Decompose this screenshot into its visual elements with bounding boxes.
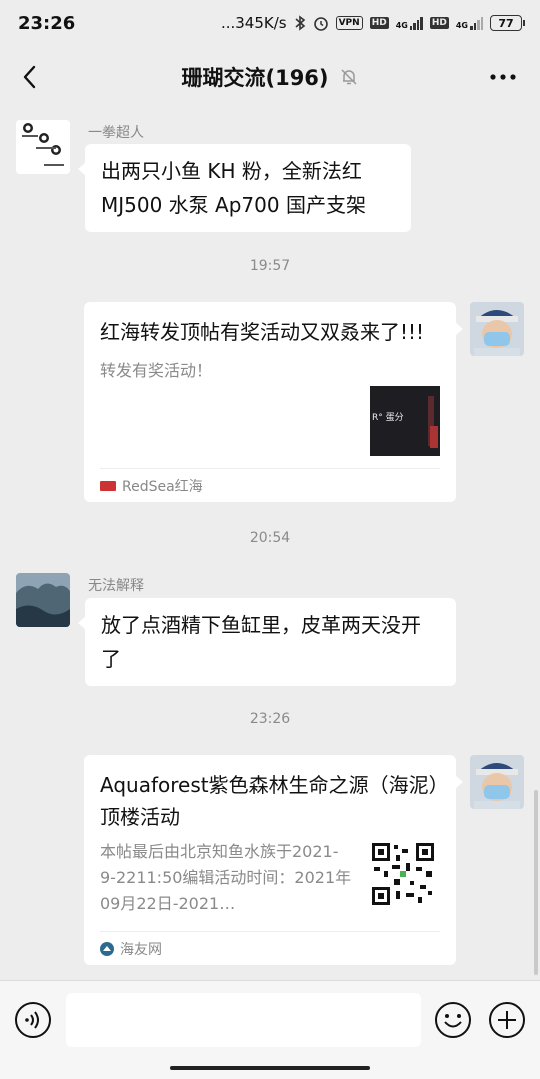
sender-name: 一拳超人 — [88, 125, 144, 141]
card-thumbnail: R° 蛋分 — [370, 386, 440, 456]
hd-badge-2: HD — [429, 17, 449, 29]
input-bar — [0, 980, 540, 1079]
network-speed: ...345K/s — [220, 14, 287, 32]
avatar-wufajieshi[interactable] — [16, 573, 70, 627]
emoji-icon[interactable] — [434, 1001, 472, 1039]
vpn-badge: VPN — [335, 16, 363, 30]
signal-2: 4G — [456, 16, 483, 30]
status-bar: 23:26 ...345K/s VPN HD 4G HD 4G 77 — [0, 0, 540, 46]
network-type-1: 4G — [395, 21, 408, 30]
card-source: RedSea红海 — [100, 468, 440, 502]
message-list[interactable]: 一拳超人 出两只小鱼 KH 粉，全新法红 MJ500 水泵 Ap700 国产支架… — [0, 108, 540, 980]
avatar-self[interactable] — [470, 302, 524, 356]
thumbnail-caption: R° 蛋分 — [372, 413, 404, 423]
signal-bars-2-icon — [470, 16, 483, 30]
qr-code-thumbnail — [370, 841, 436, 907]
link-card-redsea[interactable]: 红海转发顶帖有奖活动又双叒来了!!! 转发有奖活动！ R° 蛋分 RedSea红… — [84, 302, 463, 502]
card-description: 转发有奖活动！ — [100, 361, 213, 380]
more-dots-icon[interactable] — [488, 64, 518, 90]
status-indicators: ...345K/s VPN HD 4G HD 4G 77 — [220, 14, 525, 32]
signal-1: 4G — [396, 16, 423, 30]
card-title: Aquaforest紫色森林生命之源（海泥）顶楼活动 — [100, 773, 439, 829]
child-photo-icon — [470, 302, 524, 356]
scrollbar[interactable] — [534, 790, 538, 975]
card-description: 本帖最后由北京知鱼水族于2021-9-2211:50编辑活动时间：2021年09… — [100, 842, 352, 913]
status-time: 23:26 — [18, 12, 76, 34]
hd-badge-1: HD — [369, 17, 389, 29]
signal-bars-1-icon — [409, 16, 423, 30]
plus-icon[interactable] — [488, 1001, 526, 1039]
network-type-2: 4G — [455, 21, 468, 30]
battery-indicator: 77 — [490, 15, 525, 31]
title-group: 珊瑚交流(196) — [181, 62, 358, 92]
child-photo-icon — [470, 755, 524, 809]
avatar-yiquanchaoren[interactable] — [16, 120, 70, 174]
landscape-photo-icon — [16, 573, 70, 627]
haiyou-logo-icon — [100, 941, 114, 956]
message-bubble-3[interactable]: 放了点酒精下鱼缸里，皮革两天没开了 — [78, 598, 456, 686]
chat-title: 珊瑚交流(196) — [181, 66, 329, 90]
message-input[interactable] — [66, 993, 421, 1047]
timestamp: 23:26 — [249, 711, 291, 727]
bell-off-icon — [340, 69, 357, 85]
avatar-self[interactable] — [470, 755, 524, 809]
qr-code-icon — [370, 841, 436, 907]
chat-header: 珊瑚交流(196) — [0, 46, 540, 108]
card-source: 海友网 — [100, 931, 440, 965]
card-source-name: 海友网 — [120, 941, 162, 958]
timestamp: 19:57 — [249, 258, 291, 274]
card-title: 红海转发顶帖有奖活动又双叒来了!!! — [100, 320, 425, 344]
redsea-logo-icon — [100, 480, 116, 491]
timestamp: 20:54 — [249, 530, 291, 546]
card-source-name: RedSea红海 — [122, 478, 203, 495]
link-card-aquaforest[interactable]: Aquaforest紫色森林生命之源（海泥）顶楼活动 本帖最后由北京知鱼水族于2… — [84, 755, 463, 965]
panda-sticker-icon — [16, 120, 70, 174]
bluetooth-icon — [295, 15, 305, 31]
home-indicator[interactable] — [170, 1066, 370, 1070]
voice-icon[interactable] — [14, 1001, 52, 1039]
back-arrow-icon[interactable] — [16, 62, 46, 92]
alarm-icon — [313, 17, 328, 31]
sender-name: 无法解释 — [88, 578, 144, 594]
message-bubble-1[interactable]: 出两只小鱼 KH 粉，全新法红 MJ500 水泵 Ap700 国产支架 — [78, 144, 411, 232]
